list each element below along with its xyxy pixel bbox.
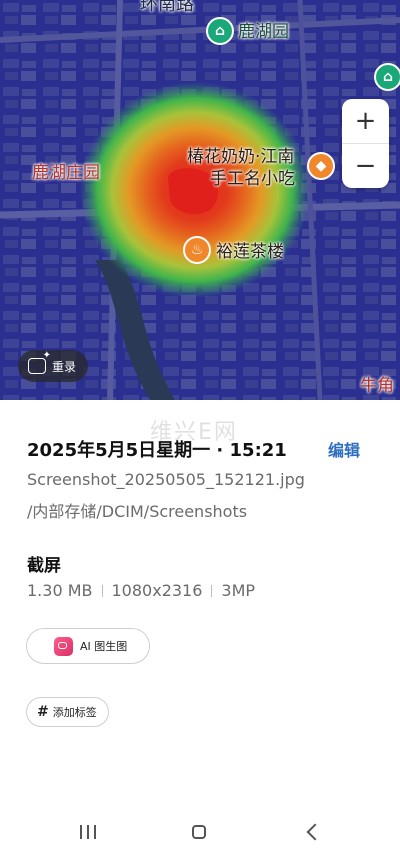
- remaster-label: 重录: [52, 359, 77, 374]
- map-label-road: 环南路: [140, 0, 194, 15]
- park-poi-icon[interactable]: ⌂: [206, 17, 234, 45]
- remaster-button[interactable]: 重录: [18, 350, 89, 382]
- edit-button[interactable]: 编辑: [328, 437, 360, 461]
- add-tag-label: 添加标签: [52, 706, 97, 719]
- recent-apps-button[interactable]: [73, 819, 103, 845]
- spec-divider: [101, 584, 103, 597]
- teahouse-poi-icon[interactable]: ♨: [183, 236, 211, 264]
- map-label-teahouse: 裕莲茶楼: [216, 242, 284, 262]
- map-label-restaurant-line2: 手工名小吃: [210, 169, 295, 189]
- back-button[interactable]: [297, 819, 327, 845]
- back-chevron-icon: [306, 823, 324, 841]
- map-label-restaurant-line1: 椿花奶奶·江南: [187, 147, 295, 167]
- file-size: 1.30 MB: [27, 581, 93, 600]
- map-zoom-control: + −: [342, 99, 389, 188]
- map-image: [0, 0, 400, 400]
- file-type: 截屏: [27, 556, 61, 576]
- restaurant-poi-icon[interactable]: ◆: [307, 152, 335, 180]
- map-label-park-left: 鹿湖庄园: [32, 163, 100, 183]
- photo-datetime: 2025年5月5日星期一 · 15:21: [27, 440, 287, 461]
- recent-apps-icon: [80, 825, 82, 839]
- file-path[interactable]: /内部存储/DCIM/Screenshots: [27, 498, 247, 522]
- ai-image-icon: [54, 637, 73, 656]
- recent-apps-icon: [87, 825, 89, 839]
- datetime-row: 2025年5月5日星期一 · 15:21 编辑: [27, 436, 373, 461]
- home-button[interactable]: [184, 819, 214, 845]
- file-megapixels: 3MP: [221, 581, 256, 600]
- file-resolution: 1080x2316: [111, 581, 203, 600]
- sparkle-frame-icon: [28, 350, 51, 374]
- hashtag-icon: #: [37, 704, 49, 720]
- zoom-in-button[interactable]: +: [342, 99, 389, 143]
- photo-preview[interactable]: 环南路 ⌂ 鹿湖园 ⌂ 鹿湖庄园 椿花奶奶·江南 手工名小吃 ◆ ♨ 裕莲茶楼 …: [0, 0, 400, 400]
- map-label-corner: 牛角: [360, 376, 394, 396]
- home-icon: [192, 825, 206, 839]
- file-specs: 1.30 MB 1080x2316 3MP: [27, 581, 255, 600]
- map-label-park-top: 鹿湖园: [238, 22, 289, 42]
- park-poi-icon-right[interactable]: ⌂: [374, 63, 400, 91]
- recent-apps-icon: [94, 825, 96, 839]
- ai-image-to-image-button[interactable]: AI 图生图: [26, 628, 150, 664]
- add-tag-button[interactable]: # 添加标签: [26, 697, 109, 727]
- ai-button-label: AI 图生图: [80, 640, 128, 653]
- file-name: Screenshot_20250505_152121.jpg: [27, 470, 305, 489]
- spec-divider: [211, 584, 213, 597]
- system-nav-bar: [0, 805, 400, 858]
- zoom-out-button[interactable]: −: [342, 144, 389, 188]
